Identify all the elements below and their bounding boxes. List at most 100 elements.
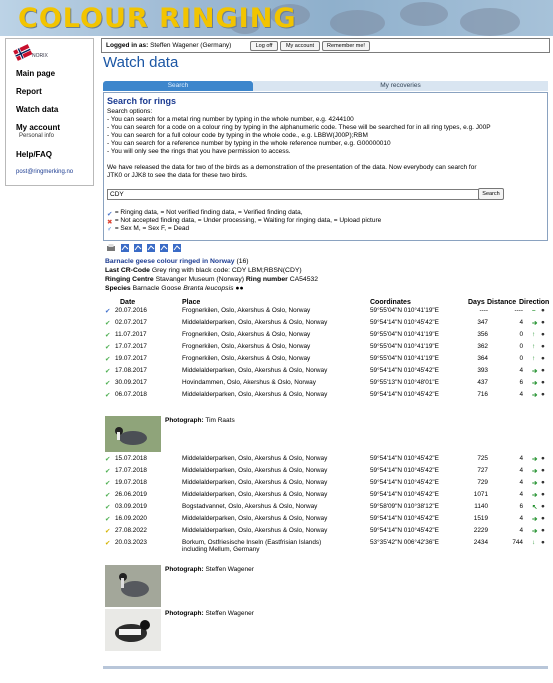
dot-icon: ● (541, 527, 545, 534)
date-cell: 11.07.2017 (115, 331, 147, 338)
distance-cell: 0 (519, 355, 523, 362)
coordinates-cell: 59°58'09"N 010°38'12"E (370, 503, 439, 510)
place-cell: Frognerkilen, Oslo, Akershus & Oslo, Nor… (182, 355, 311, 362)
col-header-direction: Direction (519, 299, 550, 306)
dot-icon: ● (541, 515, 545, 522)
status-icon: ✔ (105, 468, 111, 475)
logo-text: NORIX (32, 53, 48, 59)
contact-email-link[interactable]: post@ringmerking.no (16, 169, 73, 175)
map-icon[interactable] (120, 243, 130, 253)
nav-personal-info[interactable]: Personal info (19, 133, 54, 139)
date-cell: 26.06.2019 (115, 491, 147, 498)
search-option-line: - You can search for a code on a colour … (107, 124, 491, 131)
search-option-line: - You can search for a reference number … (107, 140, 391, 147)
place-cell: Middelalderparken, Oslo, Akershus & Oslo… (182, 319, 328, 326)
search-panel: Search for rings Search options: - You c… (103, 92, 548, 241)
map-icon[interactable] (159, 243, 169, 253)
legend-line-3: ♂ = Sex M, = Sex F, = Dead (107, 225, 190, 233)
place-cell: Middelalderparken, Oslo, Akershus & Oslo… (182, 455, 328, 462)
stone-image (400, 2, 448, 26)
coordinates-cell: 59°55'04"N 010°41'19"E (370, 331, 439, 338)
bird-species: Species Barnacle Goose Branta leucopsis … (105, 285, 244, 292)
status-icon: ✔ (105, 540, 111, 547)
search-button[interactable]: Search (478, 188, 504, 200)
direction-icon: ➔ (532, 320, 538, 327)
nav-watch-data[interactable]: Watch data (16, 105, 58, 114)
map-icon[interactable] (146, 243, 156, 253)
coordinates-cell: 59°54'14"N 010°45'42"E (370, 515, 439, 522)
date-cell: 17.08.2017 (115, 367, 147, 374)
place-cell: Middelalderparken, Oslo, Akershus & Oslo… (182, 467, 328, 474)
coordinates-cell: 59°55'04"N 010°41'19"E (370, 307, 439, 314)
table-row: ✔ 15.07.2018 Middelalderparken, Oslo, Aker… (105, 454, 551, 464)
coordinates-cell: 59°54'14"N 010°45'42"E (370, 527, 439, 534)
footer-divider (103, 666, 548, 669)
bird-photo[interactable] (105, 416, 161, 452)
table-row: ✔ 03.09.2019 Bogstadvannet, Oslo, Akershus… (105, 502, 551, 512)
distance-cell: 4 (519, 527, 523, 534)
search-title: Search for rings (107, 96, 177, 106)
dot-icon: ● (541, 343, 545, 350)
col-header-place: Place (182, 299, 201, 306)
remember-me-button[interactable]: Remember me! (322, 41, 370, 51)
status-icon: ✔ (105, 380, 111, 387)
distance-cell: 0 (519, 343, 523, 350)
dot-icon: ● (541, 455, 545, 462)
days-cell: 393 (477, 367, 488, 374)
days-cell: 729 (477, 479, 488, 486)
distance-cell: 4 (519, 367, 523, 374)
nav-report[interactable]: Report (16, 87, 42, 96)
status-icon: ✔ (105, 392, 111, 399)
bird-photo[interactable] (105, 609, 161, 651)
nav-help-faq[interactable]: Help/FAQ (16, 150, 52, 159)
direction-icon: ➔ (532, 528, 538, 535)
direction-icon: ↑ (532, 343, 536, 350)
dot-icon: ● (541, 467, 545, 474)
my-account-button[interactable]: My account (280, 41, 320, 51)
login-bar: Logged in as: Steffen Wagener (Germany) … (101, 38, 550, 53)
direction-icon: ➔ (532, 480, 538, 487)
place-cell: Frognerkilen, Oslo, Akershus & Oslo, Nor… (182, 331, 311, 338)
direction-icon: ➔ (532, 392, 538, 399)
bird-photo[interactable] (105, 565, 161, 607)
place-cell: Middelalderparken, Oslo, Akershus & Oslo… (182, 527, 328, 534)
map-icon[interactable] (172, 243, 182, 253)
table-row: ✔ 17.07.2017 Frognerkilen, Oslo, Akershus … (105, 342, 551, 352)
days-cell: 2434 (473, 539, 488, 546)
coordinates-cell: 59°54'14"N 010°45'42"E (370, 467, 439, 474)
dot-icon: ● (541, 307, 545, 314)
days-cell: 362 (477, 343, 488, 350)
direction-icon: ➔ (532, 468, 538, 475)
date-cell: 19.07.2017 (115, 355, 147, 362)
map-icon[interactable] (133, 243, 143, 253)
table-row: ✔ 30.09.2017 Hovindammen, Oslo, Akershus &… (105, 378, 551, 388)
days-cell: 356 (477, 331, 488, 338)
not-accepted-icon: ✖ (107, 218, 113, 226)
nav-main-page[interactable]: Main page (16, 69, 55, 78)
place-cell: Bogstadvannet, Oslo, Akershus & Oslo, No… (182, 503, 318, 510)
direction-icon: ↑ (532, 331, 536, 338)
table-row: ✔ 16.09.2020 Middelalderparken, Oslo, Aker… (105, 514, 551, 524)
print-icon[interactable] (106, 243, 116, 253)
distance-cell: 4 (519, 491, 523, 498)
date-cell: 03.09.2019 (115, 503, 147, 510)
days-cell: 2229 (473, 527, 488, 534)
col-header-distance: Distance (487, 299, 517, 306)
direction-icon: ➔ (532, 368, 538, 375)
demo-note: JTK0 or JJK8 to see the data for these t… (107, 172, 248, 179)
dot-icon: ● (541, 479, 545, 486)
tab-my-recoveries[interactable]: My recoveries (253, 81, 548, 91)
status-icon: ✔ (105, 456, 111, 463)
nav-my-account[interactable]: My account (16, 123, 60, 132)
coordinates-cell: 59°54'14"N 010°45'42"E (370, 455, 439, 462)
direction-icon: – (532, 307, 536, 314)
place-cell-continued: including Mellum, Germany (182, 546, 260, 553)
date-cell: 19.07.2018 (115, 479, 147, 486)
tab-search[interactable]: Search (103, 81, 253, 91)
days-cell: 364 (477, 355, 488, 362)
logoff-button[interactable]: Log off (250, 41, 278, 51)
ring-search-input[interactable]: CDY (107, 189, 479, 200)
date-cell: 20.07.2016 (115, 307, 147, 314)
direction-icon: ↖ (532, 504, 538, 511)
banner-title: COLOUR RINGING (18, 3, 297, 34)
